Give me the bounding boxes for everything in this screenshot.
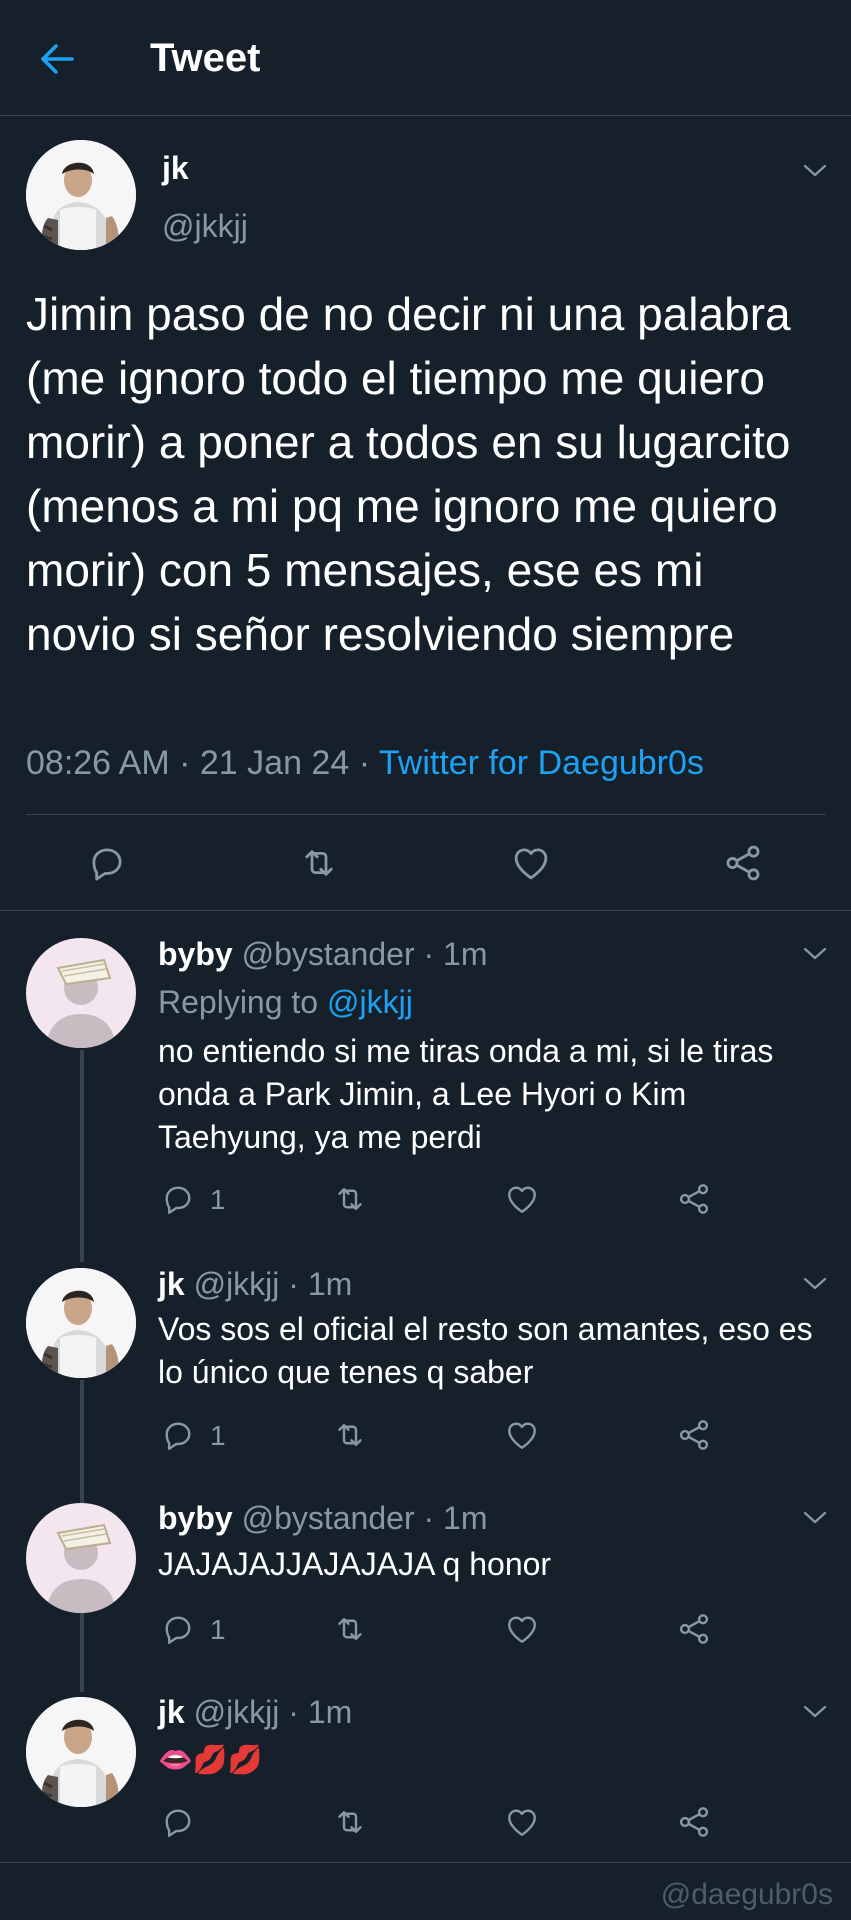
chevron-down-icon[interactable]	[802, 163, 828, 179]
tweet-source-link[interactable]: Twitter for Daegubr0s	[379, 744, 704, 782]
tweet-meta: 08:26 AM · 21 Jan 24 · Twitter for Daegu…	[26, 744, 704, 783]
avatar[interactable]	[26, 1503, 136, 1613]
reply-author-handle[interactable]: @jkkjj	[194, 1266, 280, 1302]
reply-icon[interactable]	[86, 842, 128, 884]
reply-icon[interactable]	[160, 1181, 196, 1217]
tweet-text: Jimin paso de no decir ni una palabra (m…	[26, 288, 791, 660]
reply-text: 👄💋💋	[158, 1744, 263, 1775]
reply-count: 1	[210, 1184, 226, 1215]
avatar[interactable]	[26, 1268, 136, 1378]
separator: ·	[288, 1694, 299, 1730]
top-bar: Tweet	[0, 0, 851, 116]
chevron-down-icon[interactable]	[802, 1510, 828, 1526]
reply-count: 1	[210, 1420, 226, 1451]
reply-count: 1	[210, 1614, 226, 1645]
reply-header: jk @jkkjj · 1m	[158, 1694, 352, 1731]
reply-icon[interactable]	[160, 1804, 196, 1840]
share-icon[interactable]	[676, 1417, 712, 1453]
reply-icon[interactable]	[160, 1417, 196, 1453]
reply-icon[interactable]	[160, 1611, 196, 1647]
reply-author-name[interactable]: byby	[158, 1500, 233, 1536]
thread-line	[80, 1050, 84, 1262]
reply-author-handle[interactable]: @bystander	[242, 1500, 415, 1536]
arrow-left-icon[interactable]	[38, 40, 76, 78]
share-icon[interactable]	[722, 842, 764, 884]
avatar[interactable]	[26, 140, 136, 250]
retweet-icon[interactable]	[332, 1804, 368, 1840]
separator: ·	[358, 744, 371, 782]
avatar[interactable]	[26, 938, 136, 1048]
separator: ·	[423, 936, 435, 972]
like-icon[interactable]	[504, 1417, 540, 1453]
reply-author-handle[interactable]: @jkkjj	[194, 1694, 280, 1730]
reply-author-name[interactable]: jk	[158, 1266, 185, 1302]
reply-header: byby @bystander · 1m	[158, 936, 487, 973]
avatar[interactable]	[26, 1697, 136, 1807]
like-icon[interactable]	[504, 1181, 540, 1217]
divider	[26, 814, 826, 815]
reply-text: no entiendo si me tiras onda a mi, si le…	[158, 1033, 774, 1155]
separator: ·	[423, 1500, 435, 1536]
reply-time: 1m	[443, 1500, 488, 1536]
retweet-icon[interactable]	[332, 1611, 368, 1647]
page-title: Tweet	[150, 36, 261, 80]
retweet-icon[interactable]	[332, 1417, 368, 1453]
chevron-down-icon[interactable]	[802, 1704, 828, 1720]
watermark: @daegubr0s	[660, 1878, 833, 1911]
reply-author-name[interactable]: jk	[158, 1694, 185, 1730]
divider	[0, 910, 851, 911]
share-icon[interactable]	[676, 1611, 712, 1647]
separator: ·	[179, 744, 191, 782]
reply-text: Vos sos el oficial el resto son amantes,…	[158, 1311, 813, 1390]
share-icon[interactable]	[676, 1181, 712, 1217]
thread-line	[80, 1380, 84, 1504]
replying-to: Replying to @jkkjj	[158, 984, 413, 1021]
chevron-down-icon[interactable]	[802, 946, 828, 962]
reply-time: 1m	[443, 936, 488, 972]
like-icon[interactable]	[510, 842, 552, 884]
tweet-date: 21 Jan 24	[199, 744, 350, 782]
author-handle[interactable]: @jkkjj	[162, 208, 248, 245]
like-icon[interactable]	[504, 1804, 540, 1840]
like-icon[interactable]	[504, 1611, 540, 1647]
tweet-time: 08:26 AM	[26, 744, 170, 782]
author-name[interactable]: jk	[162, 150, 189, 187]
replying-to-handle[interactable]: @jkkjj	[327, 984, 413, 1020]
reply-header: jk @jkkjj · 1m	[158, 1266, 352, 1303]
replying-to-label: Replying to	[158, 984, 319, 1020]
chevron-down-icon[interactable]	[802, 1276, 828, 1292]
reply-author-name[interactable]: byby	[158, 936, 233, 972]
reply-text: JAJAJAJJAJAJAJA q honor	[158, 1546, 552, 1582]
divider	[0, 1862, 851, 1863]
separator: ·	[288, 1266, 299, 1302]
reply-time: 1m	[307, 1694, 353, 1730]
share-icon[interactable]	[676, 1804, 712, 1840]
reply-header: byby @bystander · 1m	[158, 1500, 487, 1537]
retweet-icon[interactable]	[298, 842, 340, 884]
retweet-icon[interactable]	[332, 1181, 368, 1217]
reply-author-handle[interactable]: @bystander	[242, 936, 415, 972]
reply-time: 1m	[307, 1266, 353, 1302]
